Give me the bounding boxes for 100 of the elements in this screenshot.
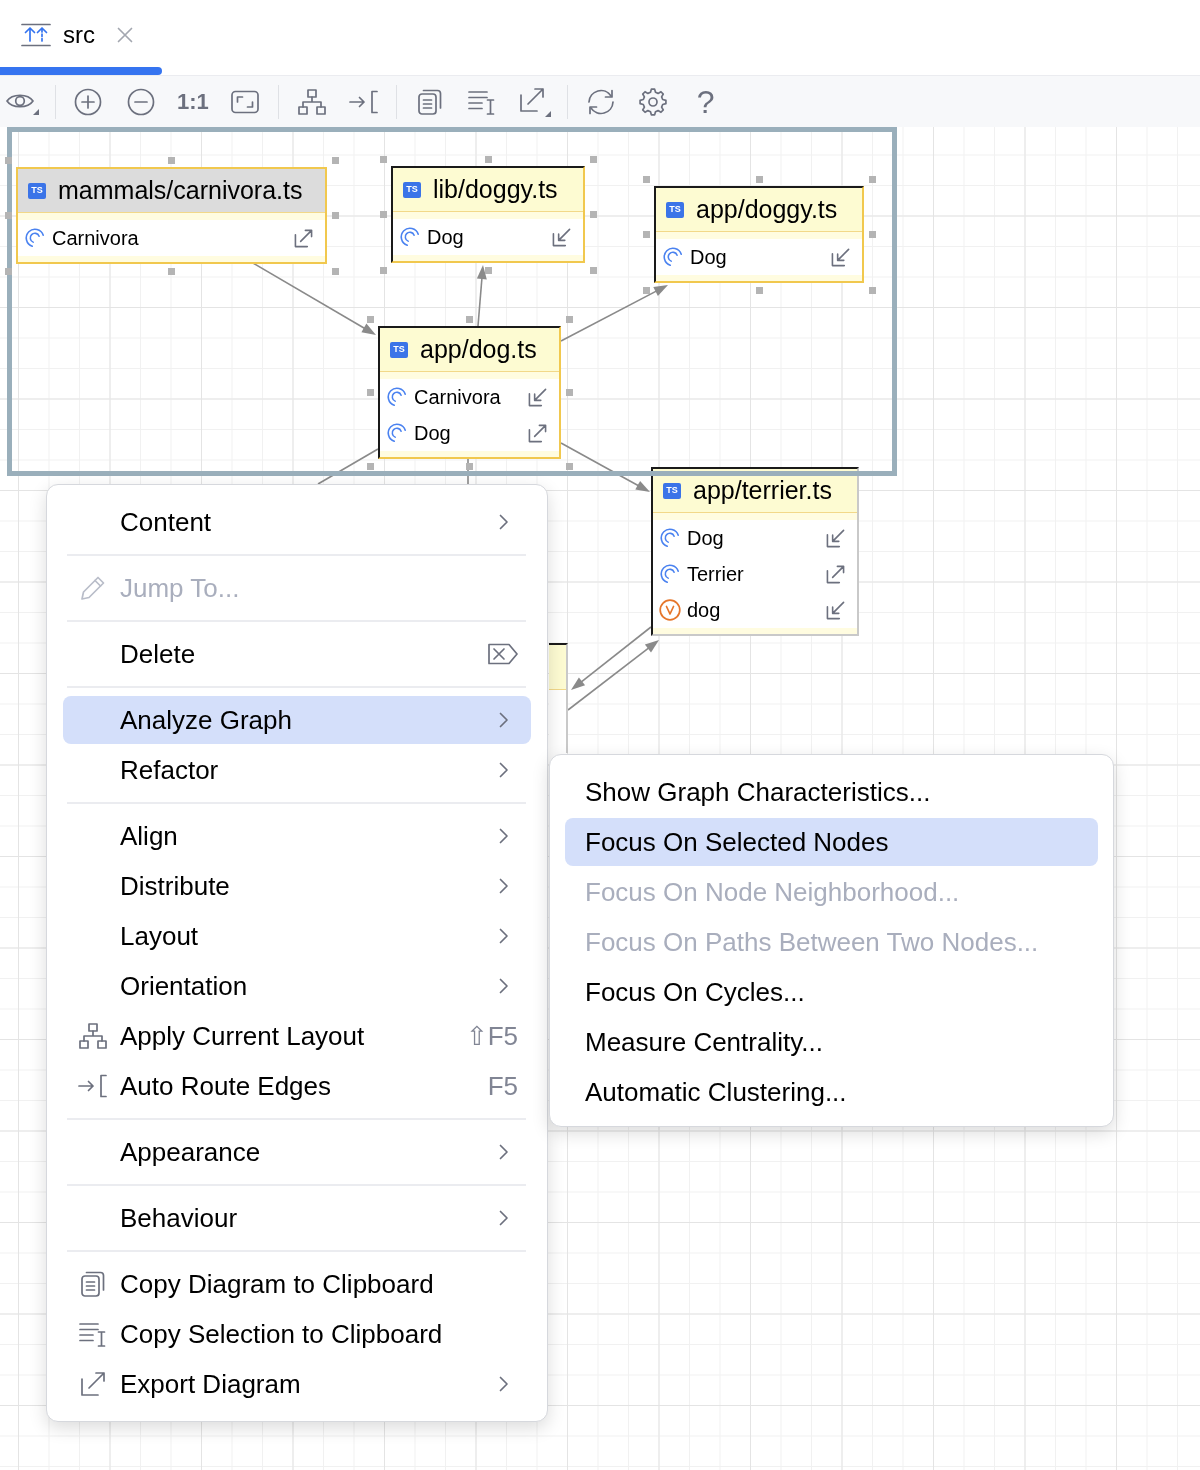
edge-line [467,458,469,485]
selection-handle[interactable] [868,286,876,294]
menu-item[interactable]: Align [63,812,531,860]
selection-handle[interactable] [4,267,12,275]
menu-item[interactable]: Export Diagram [63,1360,531,1408]
selection-handle[interactable] [755,286,763,294]
selection-handle[interactable] [466,315,473,323]
selection-handle[interactable] [168,267,175,275]
file-type-badge: TS [403,181,421,198]
selection-handle[interactable] [4,156,12,164]
copy-icon [81,1271,105,1297]
submenu-item[interactable]: Focus On Cycles... [565,968,1098,1016]
keyboard-shortcut: F5 [487,1070,518,1102]
selection-handle[interactable] [466,462,473,470]
class-icon [24,227,46,249]
close-icon[interactable] [117,26,133,43]
settings-icon[interactable] [639,87,668,116]
member-name: Carnivora [414,385,502,409]
selection-handle[interactable] [484,266,492,274]
member-name: dog [687,598,722,622]
copy-icon[interactable] [418,88,443,115]
class-icon [386,422,408,444]
menu-item[interactable]: Auto Route Edges F5 [63,1062,531,1110]
selection-handle[interactable] [331,212,339,219]
member-name: Dog [414,421,452,445]
fit-to-screen-icon[interactable] [231,89,260,114]
selection-handle[interactable] [4,212,12,219]
selection-handle[interactable] [589,266,597,274]
menu-item[interactable]: Behaviour [63,1194,531,1242]
selection-handle[interactable] [589,155,597,163]
file-type-badge: TS [390,341,408,358]
selection-handle[interactable] [565,462,573,470]
selection-handle[interactable] [868,231,876,238]
selection-handle[interactable] [379,211,387,218]
delete-key-icon [488,643,518,665]
menu-item[interactable]: Layout [63,912,531,960]
selection-handle[interactable] [366,389,374,396]
selection-handle[interactable] [565,389,573,396]
class-icon [386,386,408,408]
pencil-icon [79,574,107,602]
file-type-badge: TS [663,482,681,499]
selection-handle[interactable] [379,266,387,274]
node-title: app/terrier.ts [693,476,832,505]
variable-icon [659,599,681,621]
help-button[interactable]: ? [696,85,715,118]
arrow-bracket-icon [78,1074,108,1098]
class-icon [659,563,681,585]
menu-item[interactable]: Content [63,498,531,546]
zoom-in-icon[interactable] [74,87,103,116]
menu-item[interactable]: Copy Diagram to Clipboard [63,1260,531,1308]
keyboard-shortcut: ⇧F5 [465,1020,518,1052]
menu-item[interactable]: Refactor [63,746,531,794]
selection-handle[interactable] [868,175,876,183]
class-icon [659,527,681,549]
member-name: Dog [690,245,728,269]
node-title: mammals/carnivora.ts [58,176,303,205]
menu-item[interactable]: Appearance [63,1128,531,1176]
member-name: Carnivora [52,226,140,250]
editor-tab[interactable]: src [0,0,162,75]
selection-handle[interactable] [565,315,573,323]
zoom-out-icon[interactable] [126,87,155,116]
node-title: app/doggy.ts [696,195,838,224]
menu-item[interactable]: Copy Selection to Clipboard [63,1310,531,1358]
selection-handle[interactable] [379,155,387,163]
member-name: Terrier [687,562,745,586]
export-icon[interactable] [518,86,551,117]
menu-item[interactable]: Distribute [63,862,531,910]
selection-handle[interactable] [484,155,492,163]
class-icon [399,226,421,248]
node-title: app/dog.ts [420,335,537,364]
text-lines-cursor-icon[interactable] [468,88,497,115]
menu-item[interactable]: Delete [63,630,531,678]
submenu-item[interactable]: Focus On Selected Nodes [565,818,1098,866]
file-type-badge: TS [28,182,46,199]
submenu-item[interactable]: Measure Centrality... [565,1018,1098,1066]
menu-item[interactable]: Analyze Graph [63,696,531,744]
submenu-item[interactable]: Automatic Clustering... [565,1068,1098,1116]
arrow-bracket-icon[interactable] [348,89,379,114]
file-type-badge: TS [666,201,684,218]
text-lines-cursor-icon [79,1321,107,1347]
up-arrows-icon [21,22,51,47]
menu-item[interactable]: Apply Current Layout ⇧F5 [63,1012,531,1060]
menu-item[interactable]: Orientation [63,962,531,1010]
hierarchy-icon[interactable] [297,88,326,115]
class-icon [662,246,684,268]
node-title: lib/doggy.ts [433,175,558,204]
selection-handle[interactable] [642,231,650,238]
submenu-item[interactable]: Show Graph Characteristics... [565,768,1098,816]
selection-handle[interactable] [331,156,339,164]
selection-handle[interactable] [589,211,597,218]
selection-handle[interactable] [642,286,650,294]
selection-handle[interactable] [168,156,175,164]
selection-handle[interactable] [642,175,650,183]
edge-line [317,448,379,485]
member-name: Dog [427,225,465,249]
selection-handle[interactable] [366,462,374,470]
selection-handle[interactable] [331,267,339,275]
selection-handle[interactable] [755,175,763,183]
selection-handle[interactable] [366,315,374,323]
actual-size-button[interactable]: 1:1 [177,90,209,113]
